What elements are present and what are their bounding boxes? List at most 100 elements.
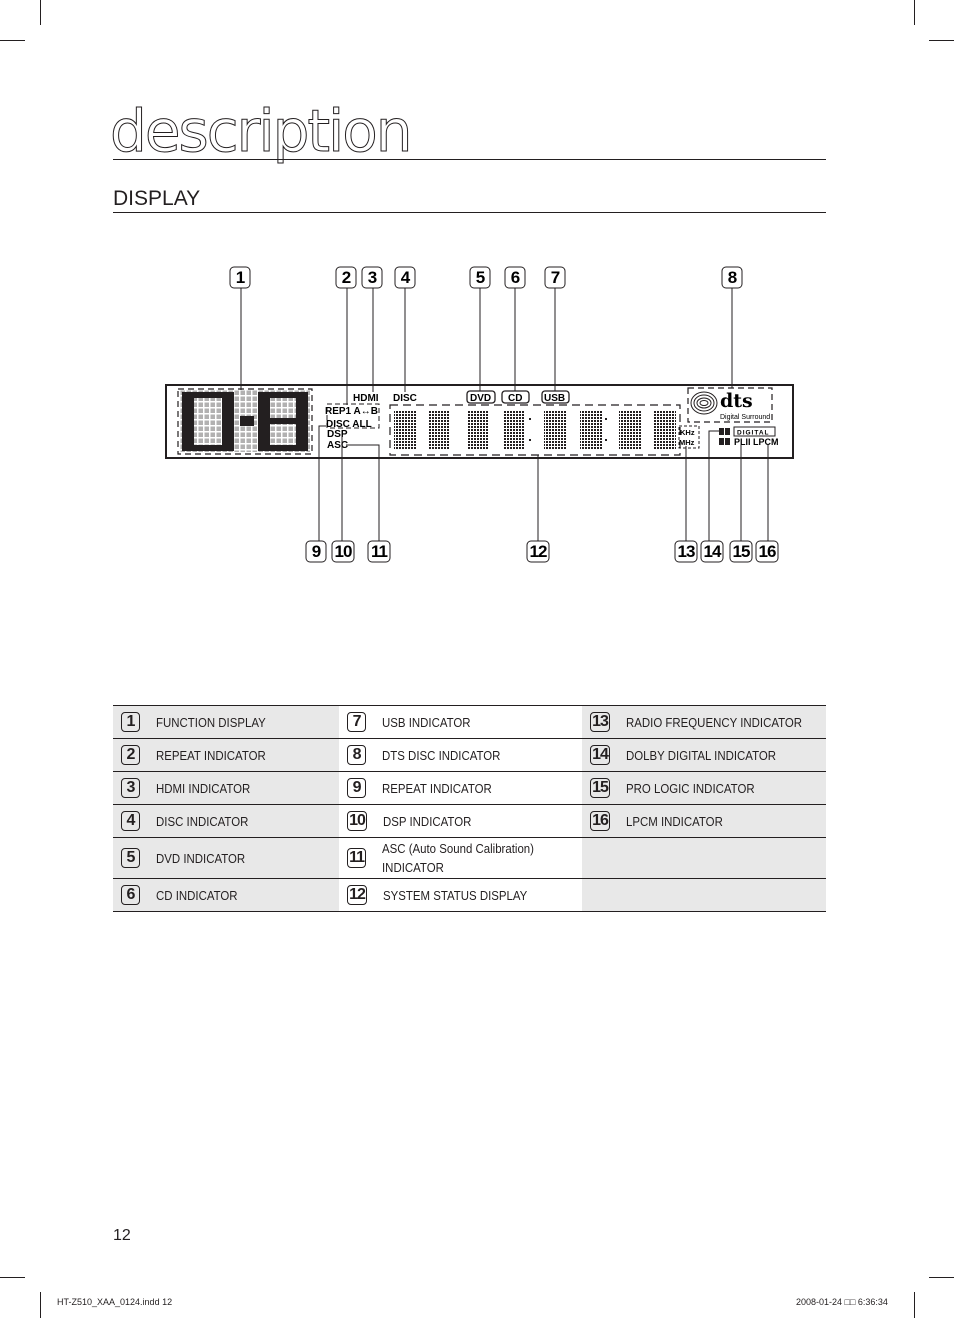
callout-7: 7 [544, 266, 566, 289]
svg-text:16: 16 [759, 542, 776, 561]
callout-14: 14 [700, 540, 724, 563]
callout-1: 1 [229, 266, 251, 289]
legend-label: SYSTEM STATUS DISPLAY [382, 887, 528, 903]
svg-text:USB: USB [544, 393, 565, 404]
callout-4: 4 [394, 266, 416, 289]
footer-timestamp: 2008-01-24 □□ 6:36:34 [796, 1297, 888, 1307]
legend-row: 6 CD INDICATOR 12 SYSTEM STATUS DISPLAY [113, 878, 826, 912]
dsp-indicator: DSP [327, 429, 348, 440]
legend-row: 1 FUNCTION DISPLAY 7 USB INDICATOR 13 RADIO F… [113, 705, 826, 739]
callout-10: 10 [331, 540, 355, 563]
segment-character [467, 410, 489, 450]
callout-15: 15 [729, 540, 753, 563]
legend-number-badge: 11 [347, 848, 367, 868]
legend-row: 5 DVD INDICATOR 11 ASC (Auto Sound Calibrat… [113, 837, 826, 879]
legend-number-badge: 12 [347, 885, 367, 905]
callout-13: 13 [674, 540, 698, 563]
legend-number-badge: 6 [121, 885, 140, 905]
legend-cell: 6 CD INDICATOR [113, 878, 340, 912]
legend-cell [582, 837, 826, 879]
legend-label: REPEAT INDICATOR [156, 747, 266, 763]
callout-9: 9 [305, 540, 327, 563]
legend-label: HDMI INDICATOR [156, 780, 251, 796]
footer-file: HT-Z510_XAA_0124.indd 12 [57, 1297, 173, 1307]
segment-character [580, 410, 602, 450]
crop-mark [929, 1277, 954, 1278]
svg-text:13: 13 [678, 542, 695, 561]
legend-number-badge: 3 [121, 778, 140, 798]
legend-number-badge: 2 [121, 745, 140, 765]
legend-number-badge: 4 [121, 811, 140, 831]
svg-text:9: 9 [312, 542, 321, 561]
legend-row: 3 HDMI INDICATOR 9 REPEAT INDICATOR 15 PRO LO… [113, 771, 826, 805]
svg-text:DVD: DVD [470, 393, 491, 404]
legend-cell: 14 DOLBY DIGITAL INDICATOR [582, 738, 826, 772]
svg-text:6: 6 [511, 268, 520, 287]
legend-label: USB INDICATOR [382, 714, 471, 730]
legend-label: CD INDICATOR [156, 887, 238, 903]
disc-indicator: DISC [393, 393, 417, 404]
svg-text:CD: CD [508, 393, 522, 404]
callout-6: 6 [504, 266, 526, 289]
repeat-indicator: REP1 A↔B [325, 406, 378, 417]
legend-label: DSP INDICATOR [382, 813, 472, 829]
crop-mark [40, 1292, 41, 1318]
legend-cell: 10 DSP INDICATOR [339, 804, 583, 838]
legend-cell: 3 HDMI INDICATOR [113, 771, 340, 805]
callout-16: 16 [755, 540, 779, 563]
svg-text:7: 7 [551, 268, 560, 287]
svg-text:dts: dts [720, 390, 753, 412]
callout-11: 11 [367, 540, 391, 563]
segment-character [428, 410, 450, 450]
legend-cell [582, 878, 826, 912]
legend-cell: 2 REPEAT INDICATOR [113, 738, 340, 772]
callout-8: 8 [721, 266, 743, 289]
svg-text:KHz: KHz [680, 428, 695, 437]
legend-cell: 9 REPEAT INDICATOR [339, 771, 583, 805]
legend-cell: 15 PRO LOGIC INDICATOR [582, 771, 826, 805]
callout-5: 5 [469, 266, 491, 289]
legend-cell: 4 DISC INDICATOR [113, 804, 340, 838]
svg-text:1: 1 [236, 268, 245, 287]
legend-cell: 12 SYSTEM STATUS DISPLAY [339, 878, 583, 912]
usb-indicator: USB [541, 390, 570, 404]
callout-12: 12 [526, 540, 550, 563]
legend-label: DOLBY DIGITAL INDICATOR [625, 747, 776, 763]
legend-number-badge: 7 [347, 712, 367, 732]
legend-label: LPCM INDICATOR [625, 813, 723, 829]
svg-text:2: 2 [342, 268, 351, 287]
legend-cell: 13 RADIO FREQUENCY INDICATOR [582, 705, 826, 739]
segment-character [619, 410, 641, 450]
asc-indicator: ASC [327, 440, 348, 451]
callout-2: 2 [335, 266, 357, 289]
indicator-legend-table: 1 FUNCTION DISPLAY 7 USB INDICATOR 13 RADIO F… [113, 705, 826, 912]
legend-number-badge: 9 [347, 778, 367, 798]
legend-label: FUNCTION DISPLAY [156, 714, 266, 730]
svg-text:11: 11 [371, 542, 388, 561]
svg-text:DIGITAL: DIGITAL [737, 430, 770, 437]
crop-mark [914, 1292, 915, 1318]
svg-text:5: 5 [476, 268, 485, 287]
legend-label: DTS DISC INDICATOR [382, 747, 501, 763]
svg-text:3: 3 [368, 268, 377, 287]
svg-text:12: 12 [530, 542, 547, 561]
legend-cell: 7 USB INDICATOR [339, 705, 583, 739]
segment-character [503, 410, 525, 450]
legend-row: 2 REPEAT INDICATOR 8 DTS DISC INDICATOR 14 DO… [113, 738, 826, 772]
legend-label: RADIO FREQUENCY INDICATOR [625, 714, 802, 730]
legend-cell: 5 DVD INDICATOR [113, 837, 340, 879]
legend-number-badge: 13 [590, 712, 610, 732]
legend-cell: 16 LPCM INDICATOR [582, 804, 826, 838]
segment-character [544, 410, 566, 450]
legend-number-badge: 8 [347, 745, 367, 765]
legend-row: 4 DISC INDICATOR 10 DSP INDICATOR 16 LPCM IND… [113, 804, 826, 838]
legend-label: ASC (Auto Sound Calibration) INDICATOR [382, 841, 535, 875]
svg-text:14: 14 [704, 542, 722, 561]
display-diagram: HDMI DISC DVD CD USB REP1 A↔B DISC ALL D… [165, 266, 794, 563]
legend-cell: 8 DTS DISC INDICATOR [339, 738, 583, 772]
page-number: 12 [113, 1227, 131, 1244]
segment-character [394, 410, 416, 450]
legend-cell: 11 ASC (Auto Sound Calibration) INDICATOR [339, 837, 583, 879]
legend-number-badge: 16 [590, 811, 610, 831]
svg-text:Digital Surround: Digital Surround [720, 414, 770, 421]
